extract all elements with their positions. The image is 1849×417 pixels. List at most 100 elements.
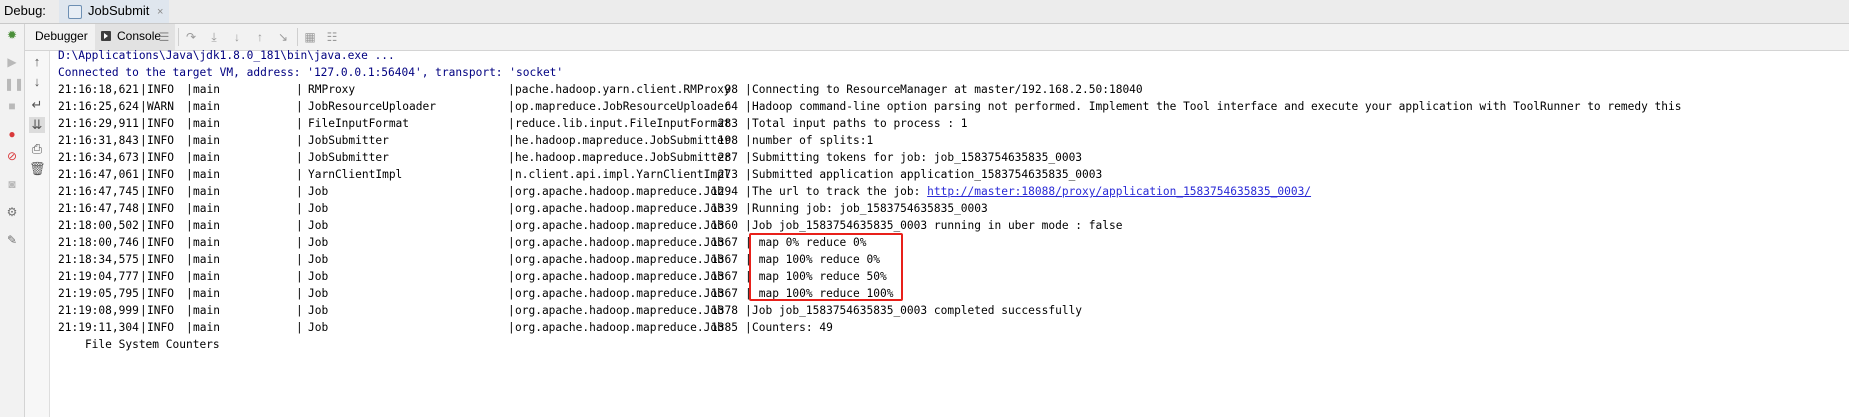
step-out-icon[interactable]: ↑ <box>253 30 267 44</box>
view-breakpoints-icon[interactable]: ● <box>4 126 20 142</box>
column-separator: | <box>140 304 147 317</box>
column-separator: | <box>296 304 303 317</box>
log-logger: RMProxy <box>308 83 356 96</box>
column-separator: | <box>186 270 193 283</box>
settings-icon[interactable]: ⚙ <box>4 204 20 220</box>
column-separator: | <box>296 236 303 249</box>
log-level: INFO <box>147 83 174 96</box>
log-time: 21:16:29,911 <box>58 117 139 130</box>
log-thread: main <box>193 134 220 147</box>
log-level: INFO <box>147 202 174 215</box>
log-logger: Job <box>308 202 329 215</box>
tab-debugger[interactable]: Debugger <box>35 29 88 43</box>
step-into-icon[interactable]: ↓ <box>230 30 244 44</box>
log-level: INFO <box>147 270 174 283</box>
log-time: 21:16:47,748 <box>58 202 139 215</box>
debug-label: Debug: <box>4 3 46 18</box>
column-separator: | <box>140 134 147 147</box>
log-thread: main <box>193 202 220 215</box>
log-message: Submitted application application_158375… <box>752 168 1103 181</box>
column-separator: | <box>140 151 147 164</box>
log-line-number: 1367 <box>711 236 738 249</box>
log-logger: JobSubmitter <box>308 151 389 164</box>
log-time: 21:18:00,746 <box>58 236 139 249</box>
command-line: D:\Applications\Java\jdk1.8.0_181\bin\ja… <box>58 49 395 62</box>
column-separator: | <box>186 304 193 317</box>
column-separator: | <box>296 253 303 266</box>
log-level: WARN <box>147 100 174 113</box>
trace-icon[interactable]: ☷ <box>325 30 339 44</box>
log-logger: Job <box>308 185 329 198</box>
run-config-icon <box>68 5 82 19</box>
mute-breakpoints-icon[interactable]: ⊘ <box>4 148 20 164</box>
resume-icon[interactable]: ▶ <box>4 54 20 70</box>
column-separator: | <box>140 270 147 283</box>
column-separator: | <box>745 83 752 96</box>
step-over-icon[interactable]: ⤓ <box>207 30 221 44</box>
run-to-cursor-icon[interactable]: ↘ <box>276 30 290 44</box>
debug-action-toolbar: ✹ ▶ ❚❚ ■ ● ⊘ ◙ ⚙ ✎ <box>0 24 25 417</box>
column-separator: | <box>745 202 752 215</box>
run-tab-jobsubmit[interactable]: JobSubmit × <box>59 0 169 23</box>
connected-line: Connected to the target VM, address: '12… <box>58 66 564 79</box>
scroll-down-icon[interactable]: ↓ <box>29 74 45 90</box>
console-side-toolbar: ↑ ↓ ↵ ⇊ ⎙ 🗑 <box>25 51 50 417</box>
column-separator: | <box>186 117 193 130</box>
log-thread: main <box>193 304 220 317</box>
column-separator: | <box>745 219 752 232</box>
pin-icon[interactable]: ✎ <box>4 232 20 248</box>
log-logger: YarnClientImpl <box>308 168 403 181</box>
print-icon[interactable]: ⎙ <box>29 141 45 157</box>
log-logger: Job <box>308 304 329 317</box>
column-separator: | <box>186 253 193 266</box>
column-separator: | <box>508 83 515 96</box>
column-separator: | <box>508 321 515 334</box>
log-level: INFO <box>147 321 174 334</box>
log-time: 21:19:04,777 <box>58 270 139 283</box>
toolbar-separator <box>178 28 179 46</box>
column-separator: | <box>186 202 193 215</box>
log-line-number: 1378 <box>711 304 738 317</box>
log-line-number: 1294 <box>711 185 738 198</box>
log-line-number: 287 <box>717 151 738 164</box>
pause-icon[interactable]: ❚❚ <box>4 76 24 92</box>
log-logger: Job <box>308 270 329 283</box>
column-separator: | <box>140 219 147 232</box>
stop-icon[interactable]: ■ <box>4 98 20 114</box>
close-tab-button[interactable]: × <box>157 6 163 18</box>
log-thread: main <box>193 270 220 283</box>
column-separator: | <box>140 100 147 113</box>
clear-all-icon[interactable]: 🗑 <box>29 161 46 177</box>
scroll-to-end-icon[interactable]: ⇊ <box>29 117 45 133</box>
column-separator: | <box>140 117 147 130</box>
tracking-url-link[interactable]: http://master:18088/proxy/application_15… <box>927 185 1311 198</box>
log-logger: Job <box>308 236 329 249</box>
log-message: Hadoop command-line option parsing not p… <box>752 100 1682 113</box>
debug-tool-window-header: Debug: JobSubmit × <box>0 0 1849 24</box>
scroll-up-icon[interactable]: ↑ <box>29 54 45 70</box>
log-time: 21:16:34,673 <box>58 151 139 164</box>
log-line-number: 1367 <box>711 253 738 266</box>
column-separator: | <box>186 185 193 198</box>
evaluate-expression-icon[interactable]: ▦ <box>303 30 317 44</box>
column-separator: | <box>296 83 303 96</box>
bug-icon[interactable]: ✹ <box>4 27 20 43</box>
column-separator: | <box>745 117 752 130</box>
log-line-number: 198 <box>717 134 738 147</box>
column-separator: | <box>745 134 752 147</box>
column-separator: | <box>508 219 515 232</box>
console-output[interactable]: D:\Applications\Java\jdk1.8.0_181\bin\ja… <box>58 47 1849 417</box>
log-message: Job job_1583754635835_0003 running in ub… <box>752 219 1123 232</box>
run-tab-label: JobSubmit <box>88 3 150 18</box>
show-execution-point-icon[interactable]: ↷ <box>184 30 198 44</box>
soft-wrap-icon[interactable]: ↵ <box>29 97 45 113</box>
log-logger: Job <box>308 287 329 300</box>
column-separator: | <box>140 168 147 181</box>
menu-icon[interactable]: ☰ <box>157 30 171 44</box>
log-logger: Job <box>308 321 329 334</box>
column-separator: | <box>508 236 515 249</box>
column-separator: | <box>745 151 752 164</box>
log-logger: FileInputFormat <box>308 117 410 130</box>
log-level: INFO <box>147 304 174 317</box>
camera-icon[interactable]: ◙ <box>4 176 20 192</box>
